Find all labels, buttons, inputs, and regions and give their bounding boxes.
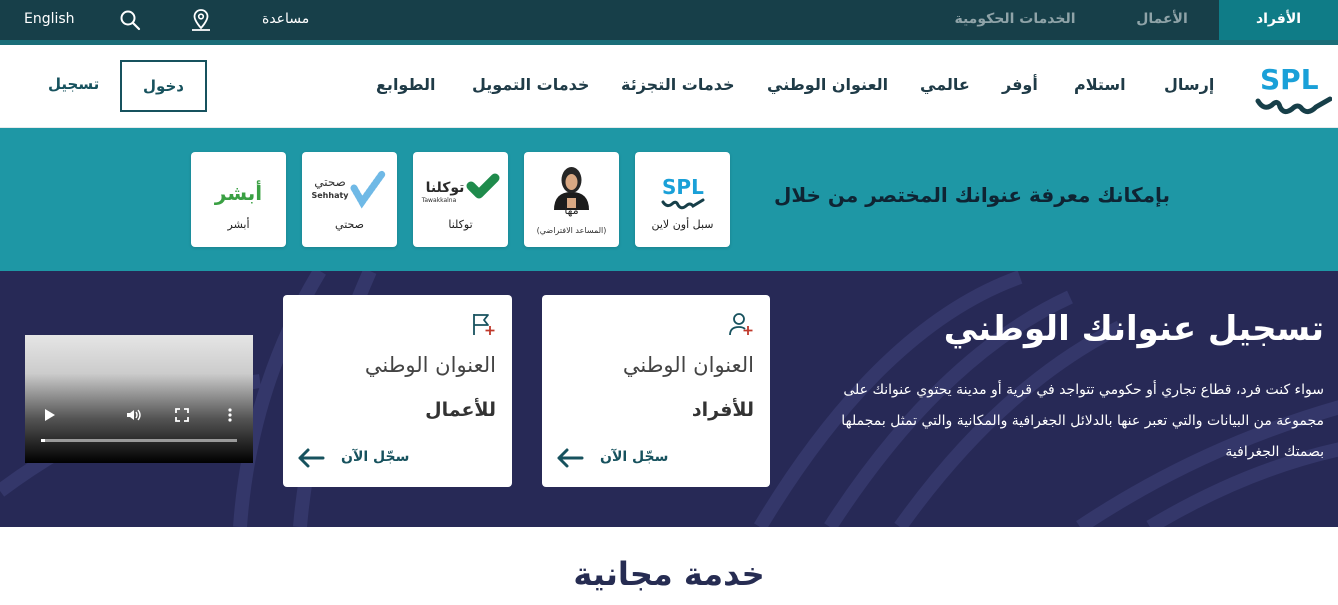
absher-logo-icon: أبشر [214,179,262,205]
flag-plus-icon [473,314,495,335]
service-absher[interactable]: أبشر أبشر [191,152,286,247]
card-subtitle: للأفراد [691,399,754,421]
free-service-title: خدمة مجانية [573,555,765,593]
volume-icon[interactable] [125,407,141,423]
spl-logo[interactable]: SPL [1252,57,1332,117]
service-label: صحتي [335,218,364,231]
top-bar: الأفراد الأعمال الخدمات الحكومية مساعدة … [0,0,1338,45]
absher-logo-text: أبشر [214,179,262,205]
service-label: أبشر [227,218,250,231]
spl-online-logo-icon: SPL [661,175,705,210]
logo-text: SPL [1260,63,1319,96]
service-label: سبل أون لاين [651,218,714,231]
nav-send[interactable]: إرسال [1164,75,1214,94]
card-business[interactable]: العنوان الوطني للأعمال سجّل الآن [283,295,512,487]
services-band: بإمكانك معرفة عنوانك المختصر من خلال SPL… [0,128,1338,271]
nav-global[interactable]: عالمي [920,75,970,94]
tawakkalna-logo-sub: Tawakkalna [421,197,457,204]
video-progress-bar[interactable] [41,439,237,442]
nav-financing-services[interactable]: خدمات التمويل [472,75,589,94]
service-maha[interactable]: مها (المساعد الافتراضي) [524,152,619,247]
more-options-icon[interactable] [222,407,238,423]
sehhaty-logo-sub: Sehhaty [311,191,349,200]
login-button[interactable]: دخول [120,60,207,112]
nav-receive[interactable]: استلام [1074,75,1126,94]
service-sublabel: (المساعد الافتراضي) [536,226,607,235]
cta-label: سجّل الآن [341,449,410,465]
arrow-left-icon [298,448,325,468]
sehhaty-logo-text: صحتي [314,175,346,189]
help-link[interactable]: مساعدة [262,0,309,40]
service-spl-online[interactable]: SPL سبل أون لاين [635,152,730,247]
nav-retail-services[interactable]: خدمات التجزئة [621,75,735,94]
play-icon[interactable] [41,407,57,423]
sehhaty-logo-icon: صحتي Sehhaty [311,170,386,209]
language-switch[interactable]: English [24,0,75,40]
card-title: العنوان الوطني [622,353,754,377]
nav-national-address[interactable]: العنوان الوطني [767,75,888,94]
register-link[interactable]: تسجيل [48,75,99,93]
nav-stamps[interactable]: الطوابع [376,75,436,94]
location-icon[interactable] [189,8,213,32]
main-nav: SPL إرسال استلام أوفر عالمي العنوان الوط… [0,45,1338,128]
band-title: بإمكانك معرفة عنوانك المختصر من خلال [773,183,1170,207]
card-individuals[interactable]: العنوان الوطني للأفراد سجّل الآن [542,295,770,487]
svg-text:SPL: SPL [662,175,704,199]
fullscreen-icon[interactable] [174,407,190,423]
add-user-icon [729,313,753,336]
service-label: مها [564,204,579,217]
video-progress-fill [41,439,45,442]
video-player[interactable] [25,335,253,463]
section-title: تسجيل عنوانك الوطني [943,309,1324,349]
search-icon[interactable] [118,8,142,32]
arrow-left-icon [557,448,584,468]
service-tawakkalna[interactable]: توكلنا Tawakkalna توكلنا [413,152,508,247]
service-sehhaty[interactable]: صحتي Sehhaty صحتي [302,152,397,247]
section-description: سواء كنت فرد، قطاع تجاري أو حكومي تتواجد… [841,382,1324,460]
service-label: توكلنا [448,218,473,231]
tawakkalna-logo-text: توكلنا [426,180,465,196]
tab-business[interactable]: الأعمال [1110,0,1214,40]
tawakkalna-logo-icon: توكلنا Tawakkalna [421,173,500,204]
national-address-section: تسجيل عنوانك الوطني سواء كنت فرد، قطاع ت… [0,271,1338,527]
card-subtitle: للأعمال [425,399,496,421]
nav-save[interactable]: أوفر [1002,75,1038,94]
tab-individuals[interactable]: الأفراد [1219,0,1338,40]
tab-government-services[interactable]: الخدمات الحكومية [930,0,1100,40]
cta-label: سجّل الآن [600,449,669,465]
card-title: العنوان الوطني [364,353,496,377]
